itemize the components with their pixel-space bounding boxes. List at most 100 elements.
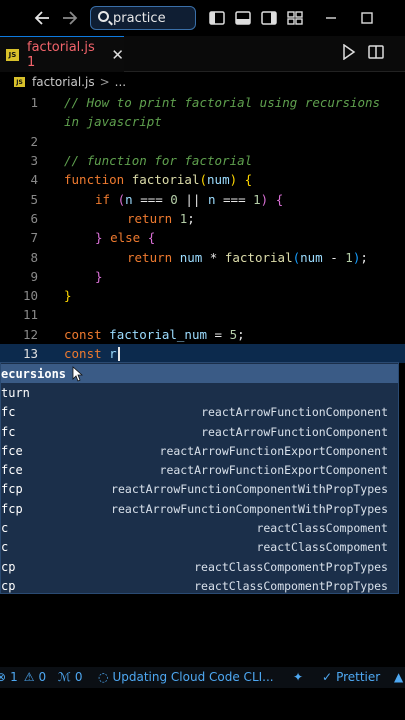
suggestion-label: fce (1, 463, 23, 478)
suggestion-item[interactable]: cp reactClassCompomentPropTypes (1, 557, 398, 576)
editor-tab-bar: JS factorial.js 1 ✕ (0, 36, 405, 72)
code-text: const r (64, 346, 120, 362)
code-editor[interactable]: 1 // How to print factorial using recurs… (0, 92, 405, 364)
suggestion-label: cp (1, 578, 16, 593)
code-comment: in javascript (64, 114, 162, 130)
double-check-icon: ✓ (322, 670, 333, 684)
suggestion-item[interactable]: fce reactArrowFunctionExportComponent (1, 461, 398, 480)
customize-layout-icon[interactable] (286, 7, 304, 29)
title-bar: practice (0, 0, 405, 36)
layout-sidebar-icon[interactable] (208, 7, 226, 29)
prettier-status[interactable]: ✓ Prettier (322, 670, 380, 684)
code-line: 5 if (n === 0 || n === 1) { (0, 190, 405, 209)
suggestion-detail: reactArrowFunctionComponent (201, 405, 388, 420)
code-line: 3 // function for factorial (0, 151, 405, 170)
code-text: } (64, 288, 72, 304)
error-count: 1 (10, 670, 18, 684)
ports-count: 0 (74, 670, 83, 684)
line-number: 4 (30, 172, 38, 188)
javascript-file-icon: JS (14, 77, 25, 87)
line-number: 5 (30, 191, 38, 207)
code-line: 4 function factorial(num) { (0, 170, 405, 189)
code-line: 11 (0, 305, 405, 324)
suggestion-label: turn (1, 385, 30, 400)
code-text: if (n === 0 || n === 1) { (95, 191, 284, 207)
code-text: return 1; (127, 210, 195, 226)
suggestion-item[interactable]: c reactClassCompoment (1, 518, 398, 537)
code-line: 12 const factorial_num = 5; (0, 325, 405, 344)
suggestion-detail: reactClassCompoment (256, 540, 388, 555)
code-text: } else { (95, 230, 156, 246)
line-number: 7 (30, 230, 38, 246)
minimize-icon[interactable] (322, 7, 340, 29)
code-text: return num * factorial(num - 1); (127, 249, 368, 265)
suggestion-detail: reactArrowFunctionExportComponent (159, 463, 388, 478)
close-icon[interactable]: ✕ (111, 46, 124, 64)
warning-count: 0 (38, 670, 47, 684)
line-number: 12 (22, 326, 38, 342)
run-icon[interactable] (342, 43, 356, 64)
breadcrumb-symbol[interactable]: ... (115, 75, 126, 89)
line-number: 6 (30, 210, 38, 226)
suggestion-detail: reactClassCompomentPropTypes (194, 578, 388, 593)
command-center-search[interactable]: practice (90, 6, 196, 30)
screen-bottom (0, 688, 405, 720)
cloud-code-status[interactable]: ◌ Updating Cloud Code CLI... (98, 670, 274, 684)
suggestion-label: c (1, 521, 9, 536)
line-number: 1 (30, 95, 38, 111)
suggestion-detail: reactClassCompomentPropTypes (194, 559, 388, 574)
split-editor-icon[interactable] (368, 44, 384, 64)
sparkle-icon: ✦ (293, 670, 304, 684)
code-line: in javascript (0, 112, 405, 131)
code-text: function factorial(num) { (64, 172, 253, 188)
suggestion-label: c (1, 540, 9, 555)
suggestion-item[interactable]: ecursions (1, 364, 398, 384)
suggestion-item[interactable]: fce reactArrowFunctionExportComponent (1, 441, 398, 460)
layout-panel-icon[interactable] (234, 7, 252, 29)
notifications-bell-icon[interactable]: ▲ (394, 670, 403, 684)
code-comment: // function for factorial (64, 153, 253, 169)
suggestion-detail: reactArrowFunctionComponentWithPropTypes (111, 501, 388, 516)
layout-secondary-icon[interactable] (260, 7, 278, 29)
status-bar: ⊗ 1 ⚠ 0 ℳ 0 ◌ Updating Cloud Code CLI...… (0, 667, 405, 688)
ports-indicator[interactable]: ℳ 0 (58, 670, 82, 684)
prettier-label: Prettier (336, 670, 381, 684)
back-arrow-icon[interactable] (32, 7, 52, 29)
text-cursor (117, 347, 120, 362)
breadcrumb-file[interactable]: factorial.js (32, 75, 95, 89)
tab-factorial-js[interactable]: JS factorial.js 1 ✕ (0, 36, 124, 72)
suggestion-detail: reactClassCompoment (256, 521, 388, 536)
line-number: 10 (22, 288, 38, 304)
suggestion-label: fc (1, 405, 16, 420)
suggestion-item[interactable]: fcp reactArrowFunctionComponentWithPropT… (1, 480, 398, 499)
problems-indicator[interactable]: ⊗ 1 ⚠ 0 (0, 670, 46, 684)
line-number: 11 (22, 307, 38, 323)
suggestion-label: fc (1, 424, 16, 439)
suggestion-detail: reactArrowFunctionComponent (201, 424, 388, 439)
suggestion-item[interactable]: c reactClassCompoment (1, 538, 398, 557)
current-code-line: 13 const r (0, 343, 405, 364)
search-icon (98, 11, 109, 22)
bell-icon: ▲ (394, 670, 404, 684)
suggestion-label: fcp (1, 482, 23, 497)
suggestion-item[interactable]: cp reactClassCompomentPropTypes (1, 576, 398, 595)
suggestion-item[interactable]: fc reactArrowFunctionComponent (1, 403, 398, 422)
code-comment: // How to print factorial using recursio… (64, 95, 381, 111)
loading-spinner-icon: ◌ (98, 670, 109, 684)
code-line: 1 // How to print factorial using recurs… (0, 93, 405, 112)
suggestion-item[interactable]: turn (1, 383, 398, 402)
breadcrumb-separator: > (99, 75, 110, 89)
suggestion-label: cp (1, 559, 16, 574)
suggestion-label: fce (1, 443, 23, 458)
code-text: const factorial_num = 5; (64, 326, 245, 342)
forward-arrow-icon[interactable] (60, 7, 80, 29)
maximize-icon[interactable] (358, 7, 376, 29)
line-number: 2 (30, 133, 38, 149)
suggestion-item[interactable]: fc reactArrowFunctionComponent (1, 422, 398, 441)
code-line: 7 } else { (0, 228, 405, 247)
suggestion-item[interactable]: fcp reactArrowFunctionComponentWithPropT… (1, 499, 398, 518)
copilot-icon[interactable]: ✦ (293, 670, 303, 684)
code-line: 10 } (0, 286, 405, 305)
search-label: practice (113, 10, 166, 26)
code-line: 2 (0, 132, 405, 151)
